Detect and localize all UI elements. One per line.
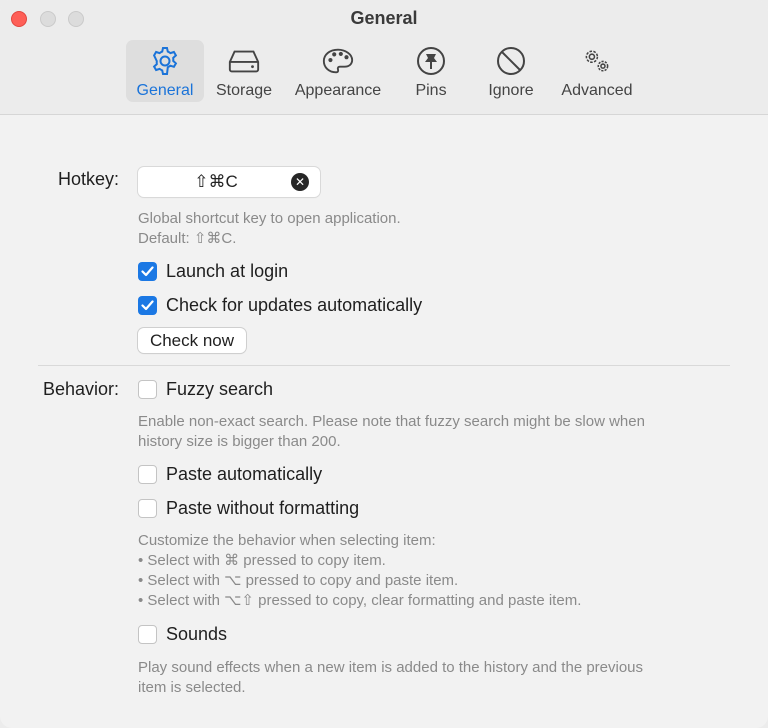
behavior-label: Behavior: (42, 379, 119, 399)
clear-hotkey-icon[interactable]: ✕ (291, 173, 309, 191)
tab-general[interactable]: General (126, 40, 204, 102)
hotkey-value: ⇧⌘C (194, 172, 238, 191)
paste-without-formatting-checkbox[interactable] (138, 499, 157, 518)
hotkey-help-line: Global shortcut key to open application. (138, 210, 401, 227)
sounds-checkbox[interactable] (138, 625, 157, 644)
sounds-help-line: Play sound effects when a new item is ad… (138, 659, 644, 676)
tab-pins[interactable]: Pins (401, 40, 461, 102)
sounds-help-line: item is selected. (138, 679, 246, 696)
pin-icon (414, 44, 448, 78)
check-updates-label[interactable]: Check for updates automatically (166, 295, 422, 316)
paste-without-formatting-label[interactable]: Paste without formatting (166, 498, 359, 519)
fuzzy-help-line: history size is bigger than 200. (138, 433, 341, 450)
sounds-label[interactable]: Sounds (166, 624, 227, 645)
fuzzy-search-checkbox[interactable] (138, 380, 157, 399)
select-help-line: • Select with ⌥ pressed to copy and past… (138, 572, 459, 589)
check-updates-checkbox[interactable] (138, 296, 157, 315)
sounds-help: Play sound effects when a new item is ad… (138, 658, 643, 698)
sounds-row[interactable]: Sounds (138, 624, 227, 645)
paste-automatically-row[interactable]: Paste automatically (138, 464, 322, 485)
section-divider (38, 365, 730, 366)
tab-storage-label: Storage (215, 82, 273, 99)
hotkey-help: Global shortcut key to open application.… (138, 209, 401, 249)
preferences-window: General General Storage Appearance Pins … (0, 0, 768, 728)
select-help-line: • Select with ⌥⇧ pressed to copy, clear … (138, 592, 582, 609)
fuzzy-search-help: Enable non-exact search. Please note tha… (138, 412, 645, 452)
drive-icon (227, 44, 261, 78)
window-title: General (350, 8, 418, 28)
title-bar: General General Storage Appearance Pins … (0, 0, 768, 115)
select-help-line: Customize the behavior when selecting it… (138, 532, 436, 549)
paste-automatically-checkbox[interactable] (138, 465, 157, 484)
hotkey-label: Hotkey: (57, 169, 119, 189)
tab-pins-label: Pins (415, 82, 447, 99)
prohibited-icon (494, 44, 528, 78)
select-help-line: • Select with ⌘ pressed to copy item. (138, 552, 386, 569)
tab-appearance[interactable]: Appearance (290, 40, 386, 102)
paste-without-formatting-row[interactable]: Paste without formatting (138, 498, 359, 519)
palette-icon (321, 44, 355, 78)
hotkey-help-line: Default: ⇧⌘C. (138, 230, 237, 247)
tab-storage[interactable]: Storage (208, 40, 280, 102)
launch-at-login-checkbox[interactable] (138, 262, 157, 281)
tab-advanced-label: Advanced (561, 82, 633, 99)
hotkey-recorder[interactable]: ⇧⌘C ✕ (138, 167, 320, 197)
gear-icon (148, 44, 182, 78)
paste-automatically-label[interactable]: Paste automatically (166, 464, 322, 485)
tab-advanced[interactable]: Advanced (556, 40, 638, 102)
fuzzy-help-line: Enable non-exact search. Please note tha… (138, 413, 645, 430)
tab-general-label: General (136, 82, 194, 99)
launch-at-login-row[interactable]: Launch at login (138, 261, 288, 282)
tab-ignore-label: Ignore (488, 82, 534, 99)
check-now-button[interactable]: Check now (138, 328, 246, 353)
fuzzy-search-row[interactable]: Fuzzy search (138, 379, 273, 400)
launch-at-login-label[interactable]: Launch at login (166, 261, 288, 282)
select-behavior-help: Customize the behavior when selecting it… (138, 531, 581, 611)
tab-ignore[interactable]: Ignore (478, 40, 544, 102)
tab-appearance-label: Appearance (294, 82, 382, 99)
check-updates-row[interactable]: Check for updates automatically (138, 295, 422, 316)
gears-icon (580, 44, 614, 78)
fuzzy-search-label[interactable]: Fuzzy search (166, 379, 273, 400)
